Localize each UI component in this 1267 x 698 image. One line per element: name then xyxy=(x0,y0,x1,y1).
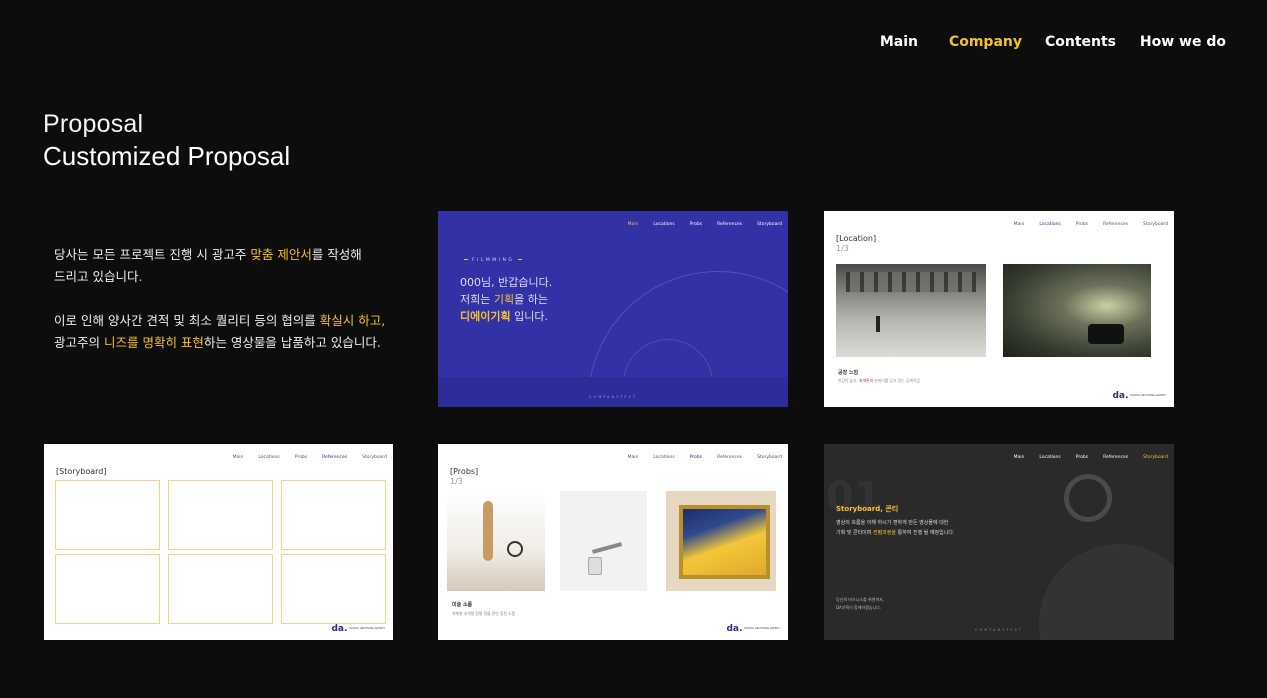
mini-nav: Main Locations Probs References Storyboard xyxy=(627,222,782,227)
storyboard-grid xyxy=(55,480,386,624)
section-title: [Probs] 1/3 xyxy=(450,467,479,486)
location-photo-warehouse xyxy=(836,264,986,357)
page-title: Customized Proposal xyxy=(43,141,291,171)
location-photo-tunnel xyxy=(1003,264,1151,357)
prop-photo-painting xyxy=(666,491,776,591)
proposal-thumbnail-probs[interactable]: Main Locations Probs References Storyboard [… xyxy=(438,444,788,640)
nav-contents[interactable]: Contents xyxy=(1045,34,1116,50)
storyboard-title: Storyboard, 콘티 xyxy=(836,505,899,513)
photo-caption-detail: 천장이 높고, 회색톤의 분위기를 갖고 있는 공계작업 xyxy=(838,378,920,383)
section-title: [Storyboard] xyxy=(56,467,107,476)
copyright: COMPANYTEST xyxy=(975,628,1023,632)
storyboard-frame xyxy=(168,480,273,550)
nav-main[interactable]: Main xyxy=(880,34,918,50)
description: 당사는 모든 프로젝트 진행 시 광고주 맞춤 제안서를 작성해 드리고 있습니… xyxy=(54,244,414,376)
storyboard-footer-text: 당신의 비즈니스를 위엔까지, DA기획이 함께하겠습니다. xyxy=(836,597,884,610)
prop-photo-airbrush xyxy=(560,491,647,591)
proposal-thumbnail-location[interactable]: Main Locations Probs References Storyboard [… xyxy=(824,211,1174,407)
decor-ring xyxy=(1064,474,1112,522)
highlight-text: 맞춤 제안서 xyxy=(250,247,312,262)
storyboard-frame xyxy=(55,554,160,624)
photo-caption: 공장 느낌 xyxy=(838,370,859,376)
page-subtitle: Proposal xyxy=(43,110,144,138)
storyboard-frame xyxy=(281,554,386,624)
brand-logo: da. DIGITAL ARCHIVING AGENCY xyxy=(331,624,385,634)
prop-photo-mannequin xyxy=(447,491,545,591)
mini-nav: Main Locations Probs References Storyboard xyxy=(232,455,387,460)
proposal-thumbnail-storyboard[interactable]: Main Locations Probs References Storyboard [… xyxy=(44,444,393,640)
description-paragraph-1: 당사는 모든 프로젝트 진행 시 광고주 맞춤 제안서를 작성해 드리고 있습니… xyxy=(54,247,362,284)
filming-label: FILMMING xyxy=(460,258,526,263)
highlight-text: 니즈를 명확히 표현 xyxy=(103,335,204,350)
mini-nav: Main Locations Probs References Storyboard xyxy=(1013,455,1168,460)
mini-nav: Main Locations Probs References Storyboard xyxy=(1013,222,1168,227)
card-footer xyxy=(438,377,788,407)
mini-nav: Main Locations Probs References Storyboard xyxy=(627,455,782,460)
storyboard-frame xyxy=(168,554,273,624)
highlight-text: 확실시 하고, xyxy=(319,313,386,328)
storyboard-frame xyxy=(55,480,160,550)
brand-logo: da. DIGITAL ARCHIVING AGENCY xyxy=(726,624,780,634)
storyboard-frame xyxy=(281,480,386,550)
photo-caption-detail: 액체형 데색형 참형 정물 관련 참된 소품 xyxy=(452,611,516,616)
brand-logo: da. DIGITAL ARCHIVING AGENCY xyxy=(1112,391,1166,401)
greeting-text: 000님, 반갑습니다. 저희는 기획을 하는 디에이기획 입니다. xyxy=(460,276,553,323)
description-paragraph-2: 이로 인해 양사간 견적 및 최소 퀄리티 등의 협의를 확실시 하고, 광고주… xyxy=(54,313,386,350)
photo-caption: 미술 소품 xyxy=(452,602,473,608)
storyboard-desc: 영상의 흐름을 이해 하시기 편하게 만든 영상물에 대한 기획 및 콘티이며 … xyxy=(836,520,955,536)
proposal-thumbnail-storyboard-dark[interactable]: 01 Main Locations Probs References Storyboar… xyxy=(824,444,1174,640)
decor-circle xyxy=(1039,544,1174,640)
nav-company[interactable]: Company xyxy=(949,34,1022,50)
nav-how-we-do[interactable]: How we do xyxy=(1140,34,1226,50)
copyright: COMPANYTEST xyxy=(589,395,637,399)
section-title: [Location] 1/3 xyxy=(836,234,877,253)
proposal-thumbnail-intro[interactable]: Main Locations Probs References Storyboard F… xyxy=(438,211,788,407)
